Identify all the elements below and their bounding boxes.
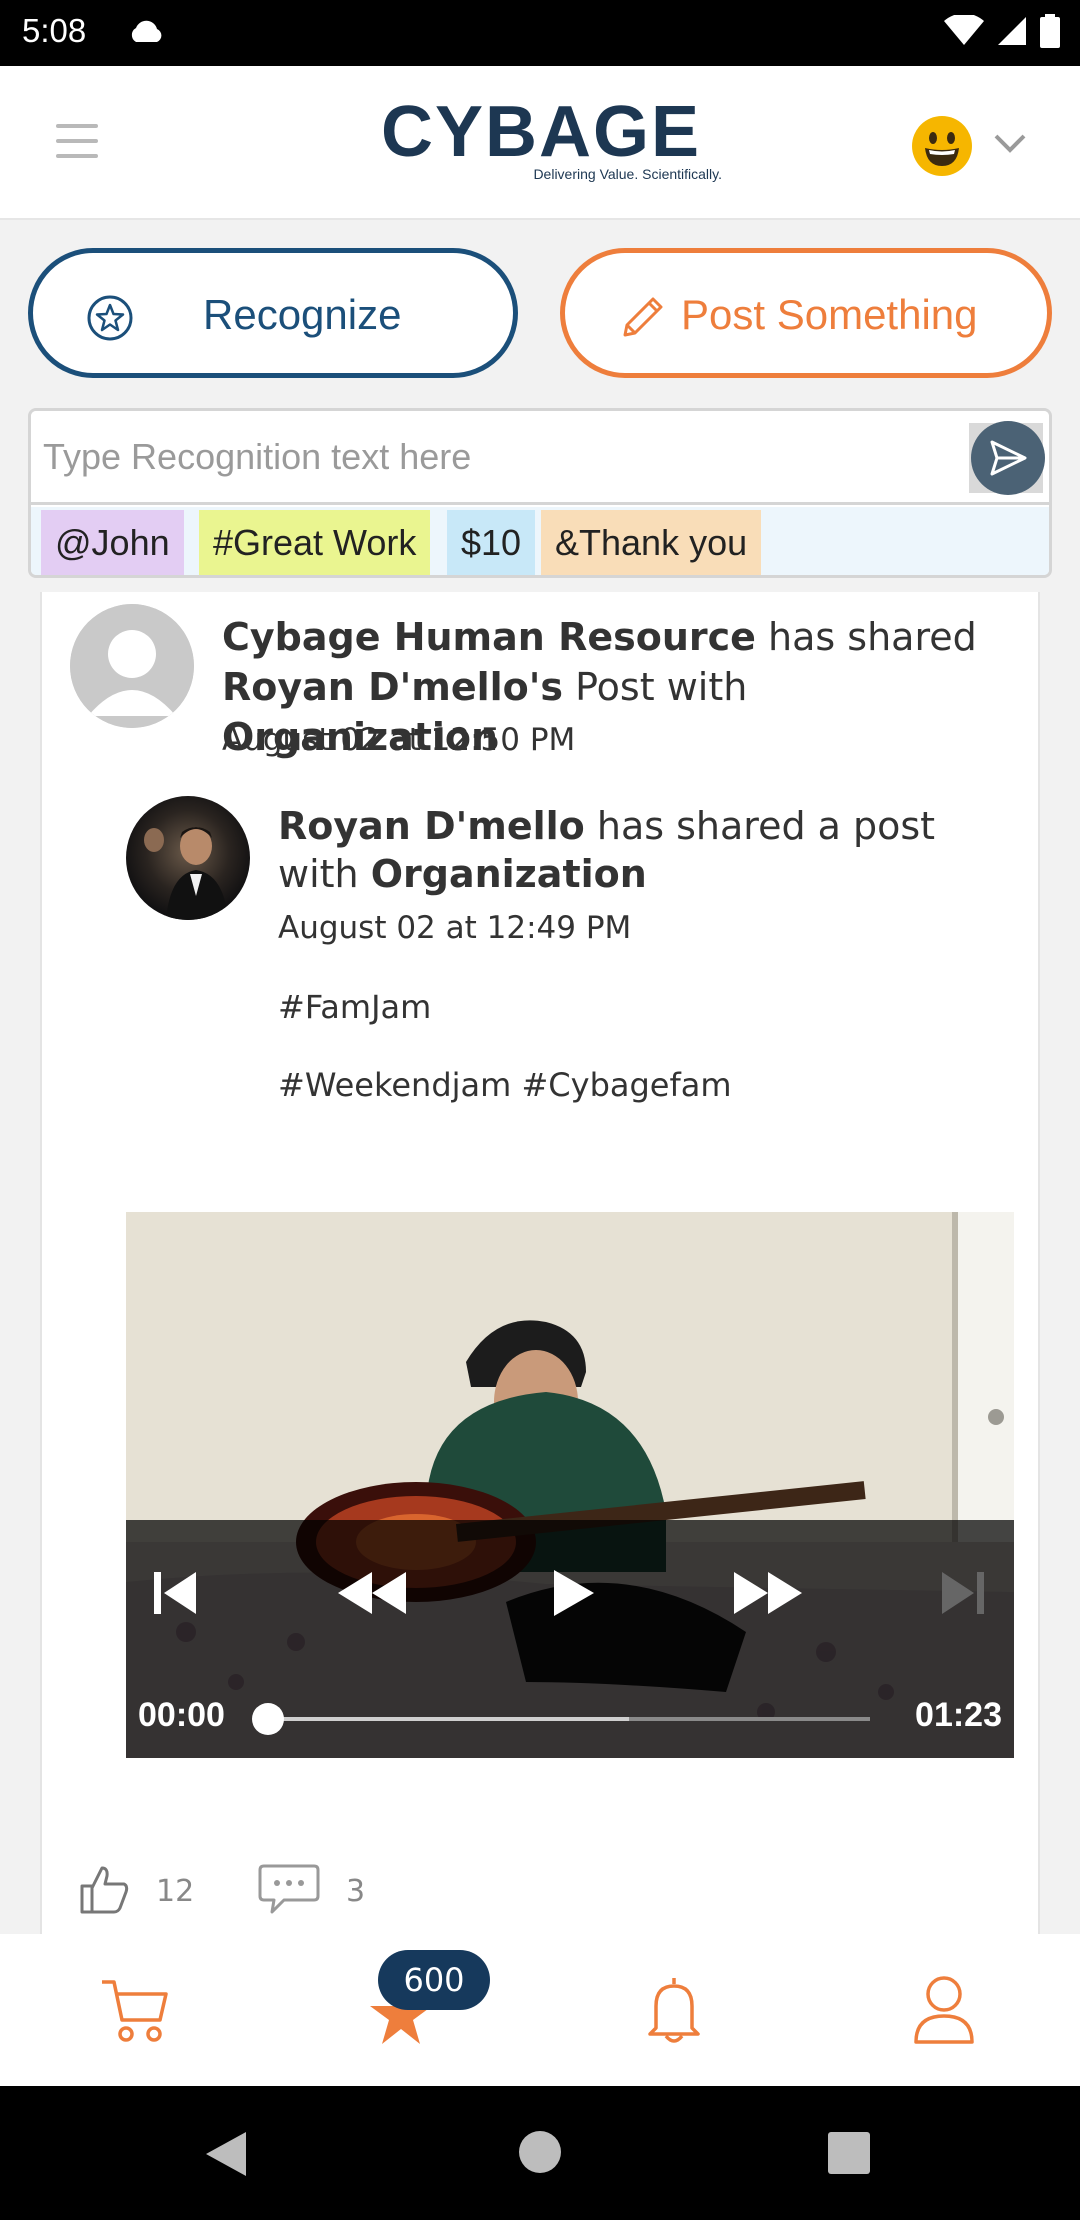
points-chip[interactable]: $10	[447, 510, 536, 575]
signal-icon	[998, 17, 1026, 45]
back-icon[interactable]	[204, 2130, 248, 2178]
post-something-button[interactable]: Post Something	[560, 248, 1052, 378]
video-controls: 00:00 01:23	[126, 1520, 1014, 1758]
battery-icon	[1040, 14, 1060, 48]
post-reactions: 12 3	[78, 1862, 578, 1922]
send-icon	[971, 421, 1045, 495]
recognition-composer: @John #Great Work $10 &Thank you	[28, 408, 1052, 578]
sharer-name[interactable]: Cybage Human Resource	[222, 615, 756, 659]
status-time: 5:08	[22, 12, 87, 49]
comment-count: 3	[346, 1874, 366, 1909]
wifi-icon	[944, 15, 984, 45]
chevron-down-icon[interactable]	[992, 132, 1028, 156]
system-navigation-bar	[0, 2086, 1080, 2220]
inner-post-headline: Royan D'mello has shared a post with Org…	[278, 802, 998, 898]
play-icon[interactable]	[550, 1566, 596, 1620]
video-scrubber-knob[interactable]	[252, 1703, 284, 1735]
rewind-icon[interactable]	[336, 1566, 408, 1620]
home-icon[interactable]	[518, 2130, 562, 2174]
recent-apps-icon[interactable]	[828, 2132, 870, 2174]
hashtag-line[interactable]: #FamJam	[278, 988, 431, 1026]
status-icons	[944, 14, 1060, 48]
default-avatar[interactable]	[70, 604, 194, 728]
post-something-label: Post Something	[681, 291, 978, 338]
inner-audience: Organization	[370, 852, 647, 896]
profile-icon[interactable]	[912, 1974, 976, 2046]
video-current-time: 00:00	[138, 1696, 225, 1734]
author-avatar[interactable]	[126, 796, 250, 920]
feed-post-card: Cybage Human Resource has shared Royan D…	[40, 592, 1040, 1934]
thanks-chip[interactable]: &Thank you	[541, 510, 762, 575]
bottom-navigation: 600	[0, 1934, 1080, 2086]
skip-previous-icon[interactable]	[150, 1566, 200, 1620]
video-progress-bar[interactable]	[252, 1703, 870, 1735]
hashtag-chip[interactable]: #Great Work	[199, 510, 431, 575]
video-total-time: 01:23	[915, 1696, 1002, 1734]
hamburger-menu-icon[interactable]	[56, 124, 98, 160]
bell-icon[interactable]	[646, 1974, 702, 2046]
recognize-button[interactable]: Recognize	[28, 248, 518, 378]
recognize-label: Recognize	[203, 291, 402, 338]
recognition-text-input[interactable]	[31, 411, 1049, 505]
app-header: CYBAGE Delivering Value. Scientifically.	[0, 66, 1080, 220]
star-badge-icon	[87, 295, 133, 341]
points-badge: 600	[378, 1950, 490, 2010]
mention-chip[interactable]: @John	[41, 510, 184, 575]
shared-phrase: has shared	[768, 615, 977, 659]
recognition-hint-chips: @John #Great Work $10 &Thank you	[31, 507, 1049, 575]
cybage-logo: CYBAGE Delivering Value. Scientifically.	[356, 96, 726, 186]
fast-forward-icon[interactable]	[732, 1566, 804, 1620]
logo-wordmark: CYBAGE	[380, 92, 702, 172]
like-count: 12	[156, 1874, 195, 1909]
video-buffer-fill	[268, 1717, 630, 1721]
cloud-icon	[131, 20, 162, 42]
hashtag-line[interactable]: #Weekendjam #Cybagefam	[278, 1066, 732, 1104]
send-button[interactable]	[969, 421, 1045, 495]
smiley-emoji-icon[interactable]	[912, 116, 972, 176]
status-bar: 5:08	[0, 0, 1080, 66]
video-player[interactable]: 00:00 01:23	[126, 1212, 1014, 1758]
skip-next-icon[interactable]	[938, 1566, 988, 1620]
inner-author-name[interactable]: Royan D'mello	[278, 804, 585, 848]
thumbs-up-icon[interactable]	[78, 1862, 132, 1916]
comment-icon[interactable]	[258, 1862, 320, 1916]
share-timestamp: August 02 at 12:50 PM	[222, 722, 576, 758]
inner-timestamp: August 02 at 12:49 PM	[278, 910, 632, 946]
original-author-name[interactable]: Royan D'mello's	[222, 665, 563, 709]
pencil-icon	[623, 297, 663, 337]
post-with-phrase: Post with	[575, 665, 748, 709]
cart-icon[interactable]	[100, 1974, 172, 2046]
